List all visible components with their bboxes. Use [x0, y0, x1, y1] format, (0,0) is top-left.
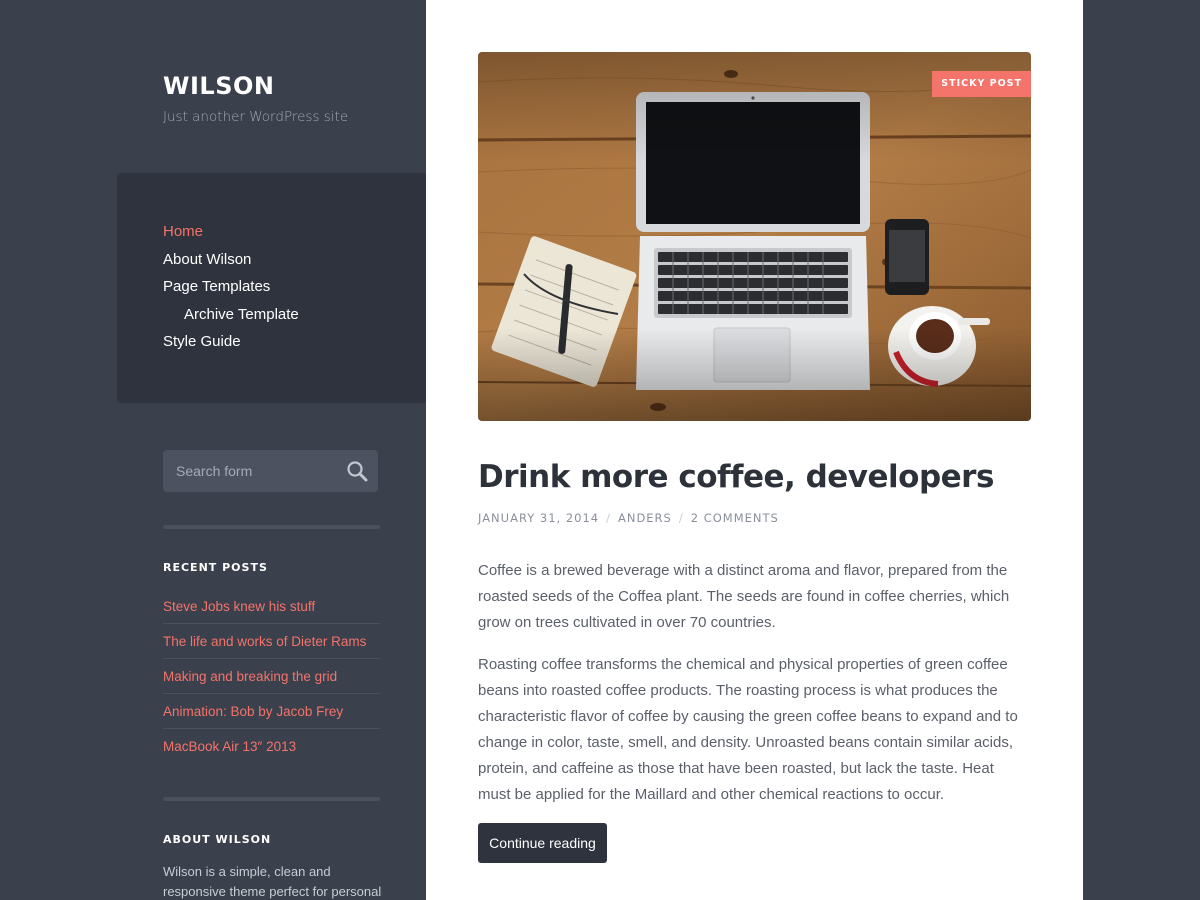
nav-item-home[interactable]: Home [163, 222, 299, 250]
post-paragraph: Coffee is a brewed beverage with a disti… [478, 562, 1010, 631]
post-paragraph: Roasting coffee transforms the chemical … [478, 656, 1018, 803]
laptop-desk-photo [478, 52, 1031, 421]
recent-post-link[interactable]: MacBook Air 13″ 2013 [163, 729, 380, 764]
post-author[interactable]: ANDERS [618, 511, 672, 525]
nav-item-page-templates[interactable]: Page Templates [163, 277, 299, 305]
meta-separator: / [678, 511, 684, 525]
featured-image[interactable]: STICKY POST [478, 52, 1031, 421]
sticky-post-badge: STICKY POST [932, 71, 1031, 97]
nav-item-style-guide[interactable]: Style Guide [163, 332, 299, 360]
recent-post-link[interactable]: Animation: Bob by Jacob Frey [163, 694, 380, 729]
recent-posts-title: RECENT POSTS [163, 561, 268, 574]
search-input[interactable] [163, 450, 338, 492]
site-description: Just another WordPress site [163, 109, 349, 125]
continue-reading-button[interactable]: Continue reading [478, 823, 607, 863]
site-title[interactable]: WILSON [163, 72, 274, 100]
recent-post-link[interactable]: Making and breaking the grid [163, 659, 380, 694]
about-widget-title: ABOUT WILSON [163, 833, 272, 846]
about-widget-text: Wilson is a simple, clean and responsive… [163, 864, 382, 899]
main-content: STICKY POST Drink more coffee, developer… [426, 0, 1083, 900]
search-icon[interactable] [345, 459, 369, 483]
widget-divider [163, 797, 380, 801]
search-form [163, 450, 378, 492]
widget-divider [163, 525, 380, 529]
meta-separator: / [606, 511, 611, 525]
post-meta: JANUARY 31, 2014 / ANDERS / 2 COMMENTS [478, 511, 779, 525]
post-title[interactable]: Drink more coffee, developers [478, 459, 1038, 495]
post-date[interactable]: JANUARY 31, 2014 [478, 511, 599, 525]
nav-item-about-wilson[interactable]: About Wilson [163, 250, 299, 278]
nav-item-archive-template[interactable]: Archive Template [163, 305, 299, 333]
sidebar: WILSON Just another WordPress site Home … [0, 0, 426, 900]
recent-post-link[interactable]: Steve Jobs knew his stuff [163, 589, 380, 624]
recent-post-link[interactable]: The life and works of Dieter Rams [163, 624, 380, 659]
post-comments-link[interactable]: 2 COMMENTS [691, 511, 779, 525]
recent-posts-list: Steve Jobs knew his stuff The life and w… [163, 589, 380, 764]
post-excerpt: Coffee is a brewed beverage with a disti… [478, 558, 1026, 824]
nav-list: Home About Wilson Page Templates Archive… [163, 222, 299, 360]
main-navigation: Home About Wilson Page Templates Archive… [117, 173, 426, 403]
